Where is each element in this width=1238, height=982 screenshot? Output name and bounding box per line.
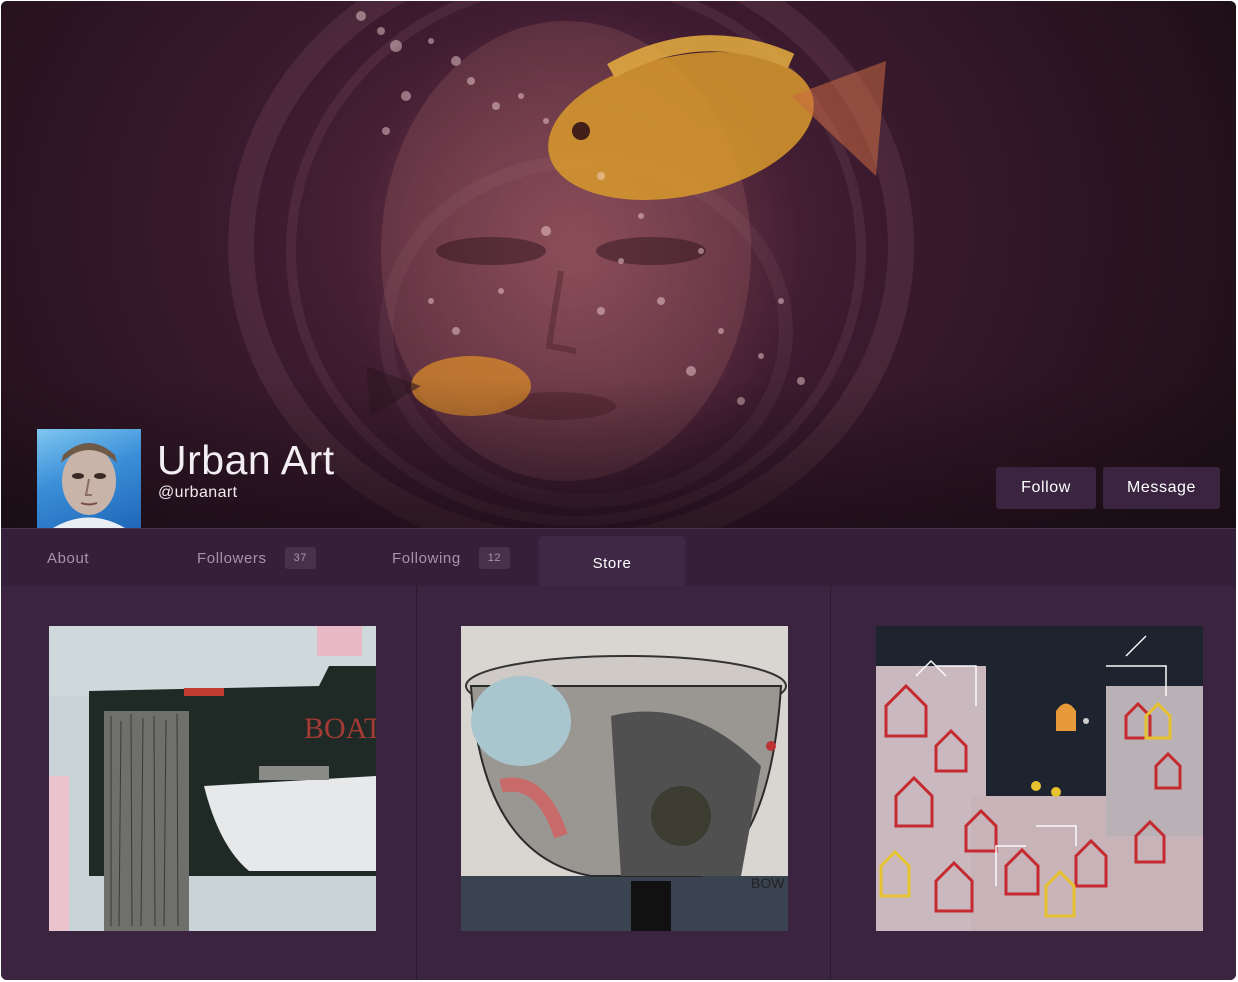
followers-count-badge: 37 — [284, 547, 316, 569]
column-divider — [830, 586, 831, 980]
store-item-artwork[interactable] — [876, 626, 1203, 931]
avatar[interactable] — [37, 429, 141, 528]
tab-about[interactable]: About — [47, 529, 89, 587]
tab-following[interactable]: Following 12 — [392, 529, 511, 587]
tab-label: Store — [592, 555, 632, 572]
store-item-artwork[interactable]: BOW — [461, 626, 788, 931]
store-item-artwork[interactable]: BOAT — [49, 626, 376, 931]
artwork-text: BOW — [751, 875, 785, 891]
cover-image: Urban Art @urbanart Follow Message — [1, 1, 1236, 528]
tab-followers[interactable]: Followers 37 — [197, 529, 316, 587]
follow-button[interactable]: Follow — [996, 467, 1096, 509]
tab-label: About — [47, 549, 90, 567]
profile-name: Urban Art — [157, 437, 335, 483]
profile-page: Urban Art @urbanart Follow Message About… — [1, 1, 1236, 980]
following-count-badge: 12 — [478, 547, 511, 569]
tab-label: Following — [392, 549, 461, 567]
column-divider — [416, 586, 417, 980]
profile-handle: @urbanart — [158, 484, 238, 501]
artwork-image: BOAT — [49, 626, 376, 931]
artwork-image — [876, 626, 1203, 931]
artwork-text: BOAT — [304, 712, 376, 745]
artwork-image: BOW — [461, 626, 788, 931]
message-button[interactable]: Message — [1103, 467, 1220, 509]
profile-tabs: About Followers 37 Following 12 Store — [1, 528, 1236, 587]
store-grid: BOAT BOW — [1, 586, 1236, 980]
tab-store[interactable]: Store — [539, 536, 685, 587]
tab-label: Followers — [197, 549, 267, 567]
avatar-portrait-icon — [53, 443, 125, 528]
